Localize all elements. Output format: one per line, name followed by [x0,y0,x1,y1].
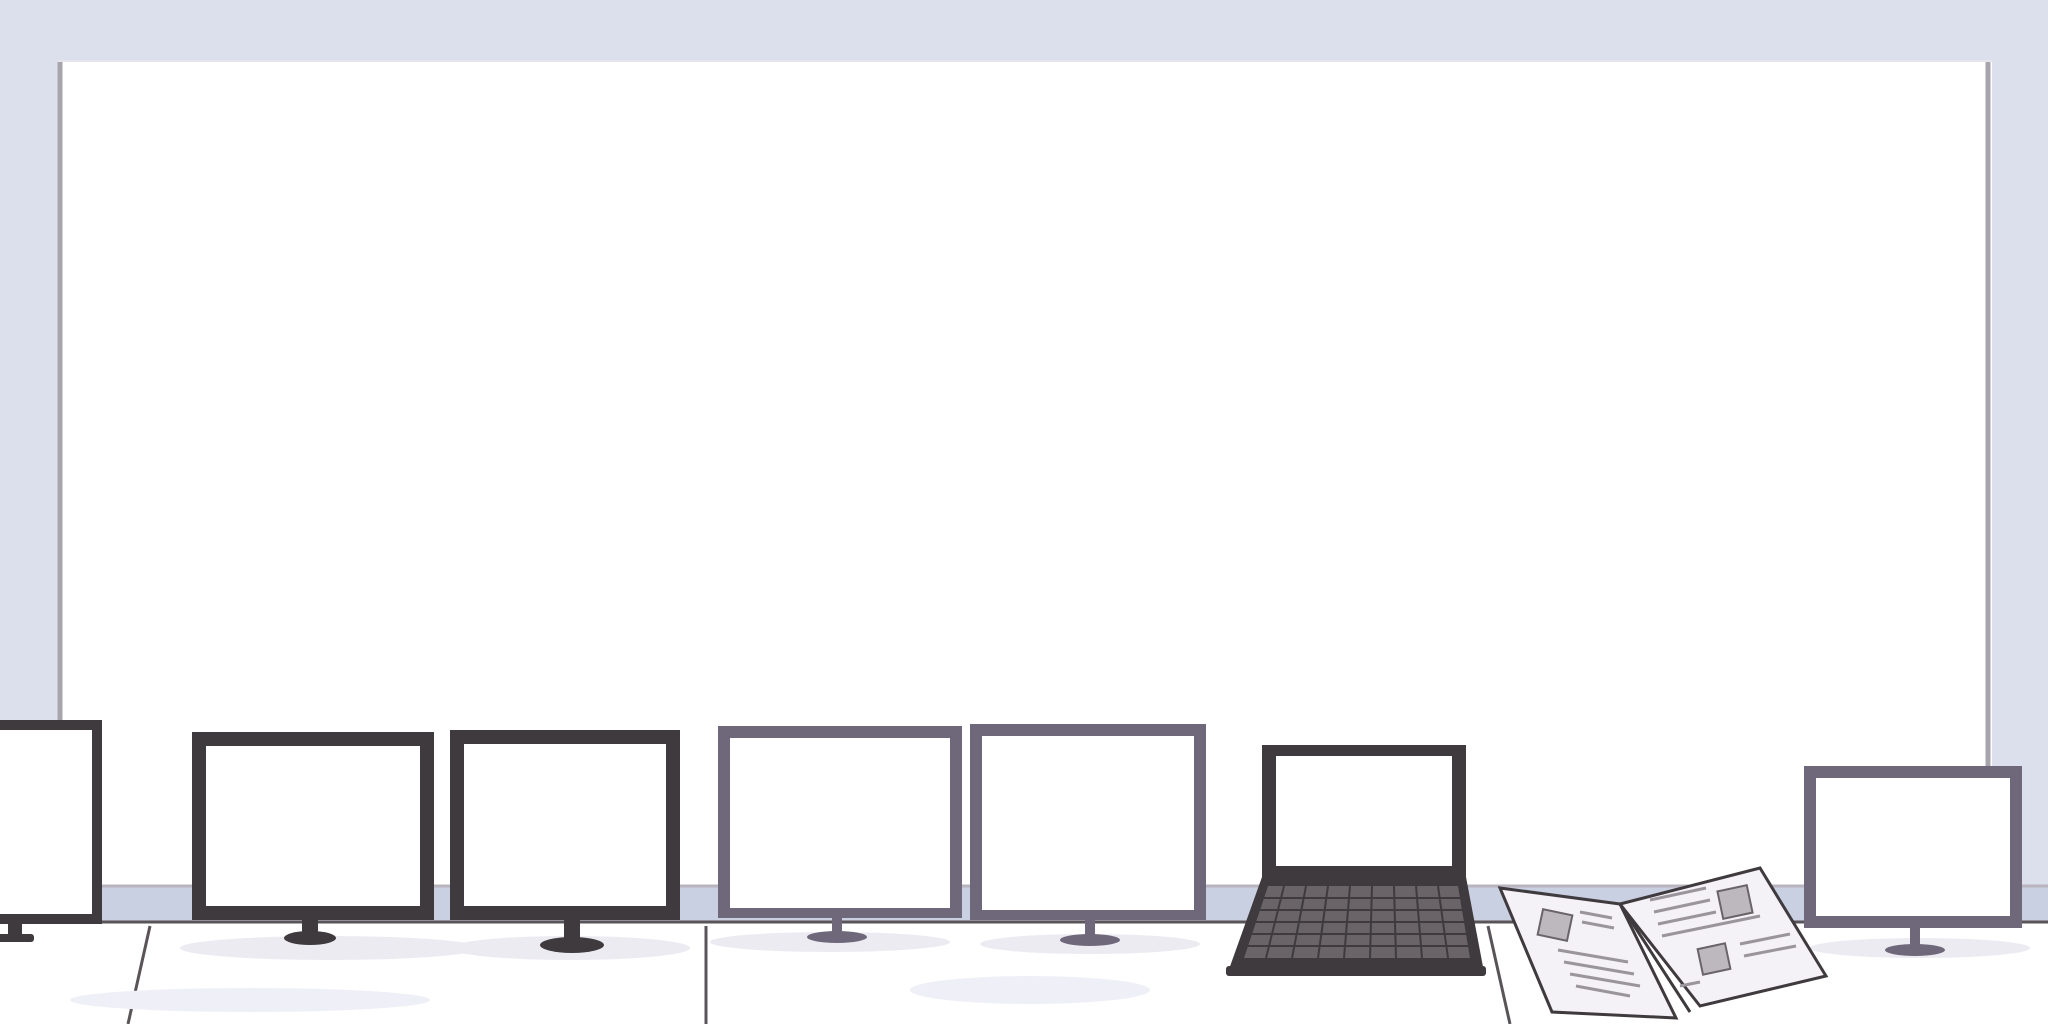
magazine-photo-right [1716,884,1754,920]
monitor-2 [450,730,680,953]
magazine-photo-left [1536,907,1574,943]
monitor-3 [718,726,962,943]
monitor-1 [192,732,434,945]
monitor-4 [970,724,1206,946]
monitor-partial-left [0,720,102,942]
scene [0,0,2048,1024]
laptop [1226,745,1486,976]
monitor-6 [1804,766,2022,956]
